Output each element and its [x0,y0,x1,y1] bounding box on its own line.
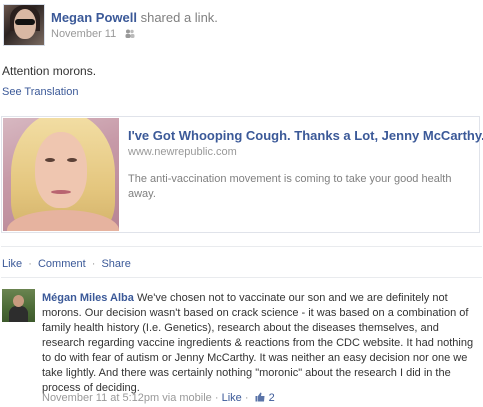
commenter-avatar-head [13,295,24,307]
avatar-glasses [15,19,35,25]
link-thumbnail[interactable] [3,118,119,231]
comment: Mégan Miles Alba We've chosen not to vac… [2,289,481,407]
poster-avatar[interactable] [3,4,45,46]
see-translation-link[interactable]: See Translation [2,86,78,98]
link-description: The anti-vaccination movement is coming … [128,173,452,200]
action-separator: · [28,258,32,270]
comment-like-count[interactable]: 2 [269,392,275,404]
comment-timestamp[interactable]: November 11 at 5:12pm via mobile [42,392,212,404]
action-separator: · [91,258,96,270]
actions-divider [1,246,482,247]
thumbnail-eye-left [45,158,55,162]
comment-meta-separator: · [214,392,219,404]
post-header: Megan Powell shared a link. November 11 [2,3,481,47]
post-actions: Like · Comment · Share [2,258,131,270]
post-meta: November 11 [51,28,135,40]
comment-like-button[interactable]: Like [222,392,242,404]
thumbs-up-icon[interactable] [255,392,265,402]
poster-line: Megan Powell shared a link. [51,10,218,25]
thumbnail-eye-right [67,158,77,162]
shared-text: shared a link. [140,10,218,25]
commenter-avatar[interactable] [2,289,35,322]
thumbnail-face [35,132,87,208]
link-domain: www.newrepublic.com [128,146,237,158]
comment-button[interactable]: Comment [38,258,86,270]
comment-meta: November 11 at 5:12pm via mobile · Like … [42,391,275,404]
comment-body: Mégan Miles Alba We've chosen not to vac… [42,291,482,396]
share-button[interactable]: Share [101,258,130,270]
like-button[interactable]: Like [2,258,22,270]
friends-icon[interactable] [125,29,135,38]
comment-meta-separator: · [244,392,249,404]
thumbnail-mouth [51,190,71,194]
poster-name[interactable]: Megan Powell [51,10,137,25]
comments-divider [1,277,482,278]
commenter-name[interactable]: Mégan Miles Alba [42,292,134,304]
post-date[interactable]: November 11 [51,28,116,40]
link-title[interactable]: I've Got Whooping Cough. Thanks a Lot, J… [128,128,483,143]
post-message: Attention morons. [2,64,97,78]
commenter-avatar-body [9,306,28,322]
comment-text: We've chosen not to vaccinate our son an… [42,292,474,394]
